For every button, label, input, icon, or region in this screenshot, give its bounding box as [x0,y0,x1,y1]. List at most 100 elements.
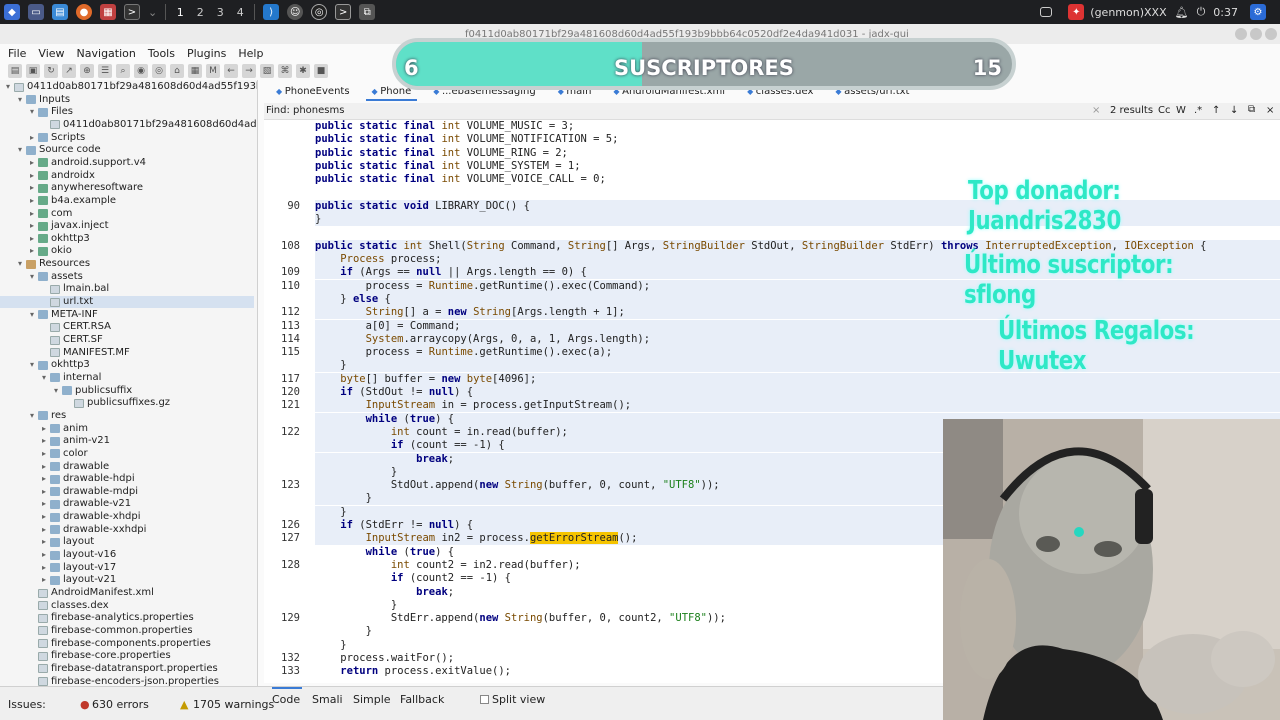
tree-item[interactable]: ▸ drawable-xxhdpi [42,524,146,536]
tree-item[interactable]: ▸ androidx [30,170,95,182]
tree-item[interactable]: MANIFEST.MF [42,347,130,359]
app-menu-icon[interactable]: ◆ [4,4,20,20]
menu-view[interactable]: View [38,47,64,60]
chevron-down-icon[interactable]: ▾ [6,81,14,93]
chevron-right-icon[interactable]: ▸ [30,132,38,144]
tree-item[interactable]: ▸ anim [42,423,88,435]
tab-simple[interactable]: Simple [353,693,391,706]
chevron-right-icon[interactable]: ▸ [30,208,38,220]
tree-item[interactable]: ▾ res [30,410,66,422]
chevron-right-icon[interactable]: ▸ [42,423,50,435]
close-find-icon[interactable]: × [1266,105,1274,116]
chevron-down-icon[interactable]: ▾ [54,385,62,397]
tree-item[interactable]: ▸ javax.inject [30,220,109,232]
code-line[interactable]: 121 InputStream in = process.getInputStr… [264,399,1280,413]
chevron-down-icon[interactable]: ▾ [18,144,26,156]
smali-icon[interactable]: M [206,64,220,78]
tree-item[interactable]: ▸ drawable-xhdpi [42,511,141,523]
tree-item[interactable]: ▸ layout-v17 [42,562,116,574]
tree-item[interactable]: ▸ layout-v16 [42,549,116,561]
chevron-right-icon[interactable]: ▸ [42,549,50,561]
flatten-icon[interactable]: ☰ [98,64,112,78]
chevron-right-icon[interactable]: ▸ [42,448,50,460]
down-icon[interactable]: ↓ [1230,105,1238,116]
minimize-button[interactable] [1235,28,1247,40]
chevron-right-icon[interactable]: ▸ [42,536,50,548]
image-viewer-icon[interactable]: ▦ [100,4,116,20]
tree-item[interactable]: firebase-core.properties [30,650,171,662]
desktop-icon[interactable]: ▭ [28,4,44,20]
tree-item[interactable]: ▾ Files [30,106,73,118]
vscode-icon[interactable]: ⟩ [263,4,280,20]
workspace-4[interactable]: 4 [230,6,250,19]
chevron-right-icon[interactable]: ▸ [30,170,38,182]
chevron-right-icon[interactable]: ▸ [30,157,38,169]
file-manager-icon[interactable]: ▤ [52,4,68,20]
tree-item[interactable]: ▾ Source code [18,144,101,156]
menu-plugins[interactable]: Plugins [187,47,226,60]
refresh-icon[interactable]: ↻ [44,64,58,78]
tree-item[interactable]: ▾ okhttp3 [30,359,90,371]
tree-item[interactable]: ▸ drawable-hdpi [42,473,135,485]
chevron-down-icon[interactable]: ▾ [18,258,26,270]
chevron-down-icon[interactable]: ▾ [30,359,38,371]
tree-item[interactable]: firebase-analytics.properties [30,612,194,624]
chevron-down-icon[interactable]: ▾ [30,309,38,321]
tree-item[interactable]: 0411d0ab80171bf29a481608d60d4ad55f193b [42,119,257,131]
tab-smali[interactable]: Smali [312,693,343,706]
tree-item[interactable]: ▾ publicsuffix [54,385,132,397]
settings-icon[interactable]: ⚙ [1250,4,1266,20]
menu-help[interactable]: Help [238,47,263,60]
chevron-right-icon[interactable]: ▸ [42,435,50,447]
tree-item[interactable]: ▸ android.support.v4 [30,157,146,169]
workspace-2[interactable]: 2 [190,6,210,19]
tree-item[interactable]: AndroidManifest.xml [30,587,154,599]
chevron-right-icon[interactable]: ▸ [42,524,50,536]
tab-fallback[interactable]: Fallback [400,693,444,706]
sync-icon[interactable]: ⊕ [80,64,94,78]
chevron-right-icon[interactable]: ▸ [30,245,38,257]
chevron-right-icon[interactable]: ▸ [30,220,38,232]
split-view-checkbox[interactable] [480,695,489,704]
tree-item[interactable]: ▸ color [42,448,88,460]
tree-item[interactable]: ▸ layout-v21 [42,574,116,586]
chevron-right-icon[interactable]: ▸ [42,498,50,510]
search-icon[interactable]: ⌕ [116,64,130,78]
chat-icon[interactable]: ☺ [287,4,304,20]
regex-toggle[interactable]: .* [1194,105,1202,116]
tree-item[interactable]: ▸ drawable-mdpi [42,486,138,498]
tree-item[interactable]: ▸ drawable [42,461,109,473]
tree-item[interactable]: lmain.bal [42,283,109,295]
chevron-down-icon[interactable]: ▾ [30,410,38,422]
tree-root[interactable]: ▾ 0411d0ab80171bf29a481608d60d4ad55f193b9… [6,81,257,93]
window-icon[interactable] [1040,7,1053,17]
find-class-icon[interactable]: ◉ [134,64,148,78]
tree-item[interactable]: ▾ META-INF [30,309,98,321]
chevron-down-icon[interactable]: ▾ [18,94,26,106]
deobf-icon[interactable]: ⌘ [278,64,292,78]
chevron-right-icon[interactable]: ▸ [42,473,50,485]
code-line[interactable]: public static final int VOLUME_NOTIFICAT… [264,133,1280,146]
open-icon[interactable]: ▤ [8,64,22,78]
tree-item[interactable]: ▾ Resources [18,258,90,270]
code-line[interactable]: public static final int VOLUME_RING = 2; [264,147,1280,160]
tree-item[interactable]: firebase-datatransport.properties [30,663,218,675]
close-button[interactable] [1265,28,1277,40]
tree-item[interactable]: ▸ anywheresoftware [30,182,143,194]
workspace-3[interactable]: 3 [210,6,230,19]
chevron-down-icon[interactable]: ▾ [30,271,38,283]
bell-icon[interactable]: 🔔︎ [1175,6,1189,19]
code-line[interactable]: public static final int VOLUME_MUSIC = 3… [264,120,1280,133]
up-icon[interactable]: ↑ [1212,105,1220,116]
code-line[interactable]: 120 if (StdOut != null) { [264,386,1280,399]
tree-item[interactable]: ▸ com [30,208,72,220]
tree-item[interactable]: publicsuffixes.gz [66,397,170,409]
tree-item[interactable]: ▸ b4a.example [30,195,116,207]
tree-item[interactable]: firebase-encoders-json.properties [30,676,219,686]
warnings-count[interactable]: 1705 warnings [193,698,274,711]
clear-icon[interactable]: × [1092,105,1100,116]
menu-tools[interactable]: Tools [148,47,175,60]
chevron-right-icon[interactable]: ▸ [42,574,50,586]
workspace-1[interactable]: 1 [170,6,190,19]
tree-item[interactable]: ▸ layout [42,536,94,548]
